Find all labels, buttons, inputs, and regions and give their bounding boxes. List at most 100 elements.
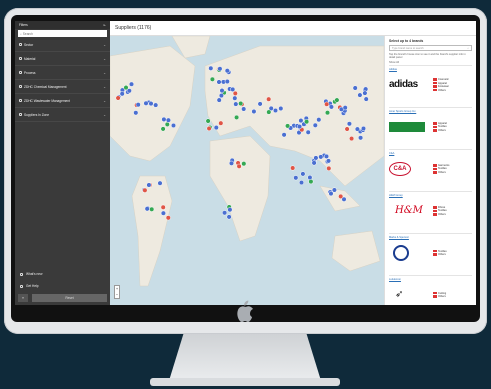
supplier-marker[interactable] <box>241 106 247 112</box>
supplier-marker[interactable] <box>266 96 272 102</box>
sidebar-item-suppliers-zone[interactable]: Suppliers In Zone ⌄ <box>15 108 110 122</box>
get-help-link[interactable]: Get Help <box>18 280 107 292</box>
supplier-marker[interactable] <box>165 117 171 123</box>
sidebar-item-sector[interactable]: Sector ⌄ <box>15 38 110 52</box>
supplier-marker[interactable] <box>234 114 240 120</box>
supplier-marker[interactable] <box>218 93 224 99</box>
supplier-marker[interactable] <box>119 91 125 97</box>
brand-card-lululemon[interactable]: Lululemon ➶ Cutting Others <box>389 274 472 305</box>
supplier-marker[interactable] <box>298 180 305 186</box>
supplier-marker[interactable] <box>318 154 324 160</box>
supplier-marker[interactable] <box>133 110 139 116</box>
supplier-marker[interactable] <box>363 96 369 102</box>
supplier-marker[interactable] <box>297 124 303 130</box>
supplier-marker[interactable] <box>143 100 149 106</box>
supplier-marker[interactable] <box>209 76 215 82</box>
supplier-marker[interactable] <box>160 210 166 216</box>
supplier-marker[interactable] <box>208 65 214 71</box>
brand-link[interactable]: Lululemon <box>389 278 472 282</box>
supplier-map[interactable]: + − <box>110 36 384 305</box>
supplier-marker[interactable] <box>278 105 284 112</box>
supplier-marker[interactable] <box>128 81 135 87</box>
supplier-marker[interactable] <box>304 119 310 125</box>
brand-link[interactable]: C&A <box>389 152 472 156</box>
supplier-marker[interactable] <box>307 174 313 181</box>
supplier-marker[interactable] <box>115 95 121 101</box>
supplier-marker[interactable] <box>344 126 350 132</box>
supplier-marker[interactable] <box>360 125 367 132</box>
supplier-marker[interactable] <box>266 109 272 115</box>
supplier-marker[interactable] <box>311 160 317 166</box>
supplier-marker[interactable] <box>144 206 150 212</box>
supplier-marker[interactable] <box>236 163 242 169</box>
supplier-marker[interactable] <box>354 126 360 132</box>
supplier-marker[interactable] <box>227 207 233 213</box>
supplier-marker[interactable] <box>219 88 225 94</box>
zoom-out-button[interactable]: − <box>115 292 119 298</box>
supplier-marker[interactable] <box>281 132 287 138</box>
brand-link[interactable]: H&M Group <box>389 194 472 198</box>
supplier-marker[interactable] <box>232 90 238 96</box>
supplier-marker[interactable] <box>362 90 368 96</box>
reset-button[interactable]: Reset <box>32 294 107 302</box>
supplier-marker[interactable] <box>357 92 363 98</box>
brand-link[interactable]: Marks & Spencer <box>389 236 472 240</box>
supplier-marker[interactable] <box>241 161 247 167</box>
supplier-marker[interactable] <box>342 105 348 111</box>
supplier-marker[interactable] <box>316 117 322 123</box>
supplier-marker[interactable] <box>352 85 358 91</box>
brand-link[interactable]: Amer Sports Group Inc. <box>389 110 472 114</box>
sidebar-item-process[interactable]: Process ⌄ <box>15 66 110 80</box>
supplier-marker[interactable] <box>146 182 152 188</box>
supplier-marker[interactable] <box>338 193 344 199</box>
supplier-marker[interactable] <box>324 110 331 116</box>
supplier-marker[interactable] <box>312 122 318 128</box>
supplier-marker[interactable] <box>205 118 211 124</box>
supplier-marker[interactable] <box>238 100 244 107</box>
supplier-marker[interactable] <box>285 123 291 129</box>
sidebar-item-zdhc-wastewater[interactable]: ZDHC Wastewater Management ⌄ <box>15 94 110 108</box>
supplier-marker[interactable] <box>233 101 239 107</box>
supplier-marker[interactable] <box>160 204 166 210</box>
supplier-marker[interactable] <box>222 210 228 216</box>
supplier-marker[interactable] <box>160 126 166 132</box>
supplier-marker[interactable] <box>334 97 340 103</box>
supplier-marker[interactable] <box>164 121 170 127</box>
supplier-marker[interactable] <box>331 187 337 193</box>
supplier-marker[interactable] <box>328 104 334 110</box>
sidebar-item-material[interactable]: Material ⌄ <box>15 52 110 66</box>
supplier-marker[interactable] <box>272 107 279 114</box>
supplier-marker[interactable] <box>290 165 296 171</box>
supplier-marker[interactable] <box>135 102 141 108</box>
supplier-marker[interactable] <box>346 121 352 127</box>
supplier-marker[interactable] <box>325 158 332 164</box>
brand-card-hm[interactable]: H&M Group H&M Fibres Textiles Others <box>389 190 472 233</box>
supplier-marker[interactable] <box>328 191 334 197</box>
supplier-marker[interactable] <box>206 125 212 132</box>
supplier-marker[interactable] <box>142 187 148 193</box>
whats-new-link[interactable]: What's new <box>18 268 107 280</box>
supplier-marker[interactable] <box>216 97 222 103</box>
supplier-marker[interactable] <box>157 180 163 186</box>
supplier-marker[interactable] <box>217 66 223 72</box>
brand-card-adidas[interactable]: Adidas adidas Cosmetic Apparel Footwear … <box>389 64 472 107</box>
supplier-marker[interactable] <box>324 101 330 107</box>
brand-card-amer-sports[interactable]: Amer Sports Group Inc. Apparel Textiles … <box>389 106 472 149</box>
supplier-marker[interactable] <box>257 101 263 107</box>
supplier-marker[interactable] <box>126 88 132 94</box>
supplier-marker[interactable] <box>230 86 236 92</box>
supplier-marker[interactable] <box>226 214 232 220</box>
supplier-marker[interactable] <box>218 120 224 126</box>
brand-link[interactable]: Adidas <box>389 68 472 72</box>
supplier-marker[interactable] <box>293 175 299 181</box>
supplier-marker[interactable] <box>161 116 167 122</box>
supplier-marker[interactable] <box>213 125 219 131</box>
search-input[interactable]: ⌕ Search <box>18 30 107 37</box>
brand-count[interactable]: Show All <box>389 61 472 64</box>
expand-button[interactable]: » <box>18 294 28 302</box>
supplier-marker[interactable] <box>308 179 314 185</box>
supplier-marker[interactable] <box>149 206 155 212</box>
supplier-marker[interactable] <box>165 215 171 221</box>
supplier-marker[interactable] <box>326 165 332 171</box>
supplier-marker[interactable] <box>216 79 222 85</box>
